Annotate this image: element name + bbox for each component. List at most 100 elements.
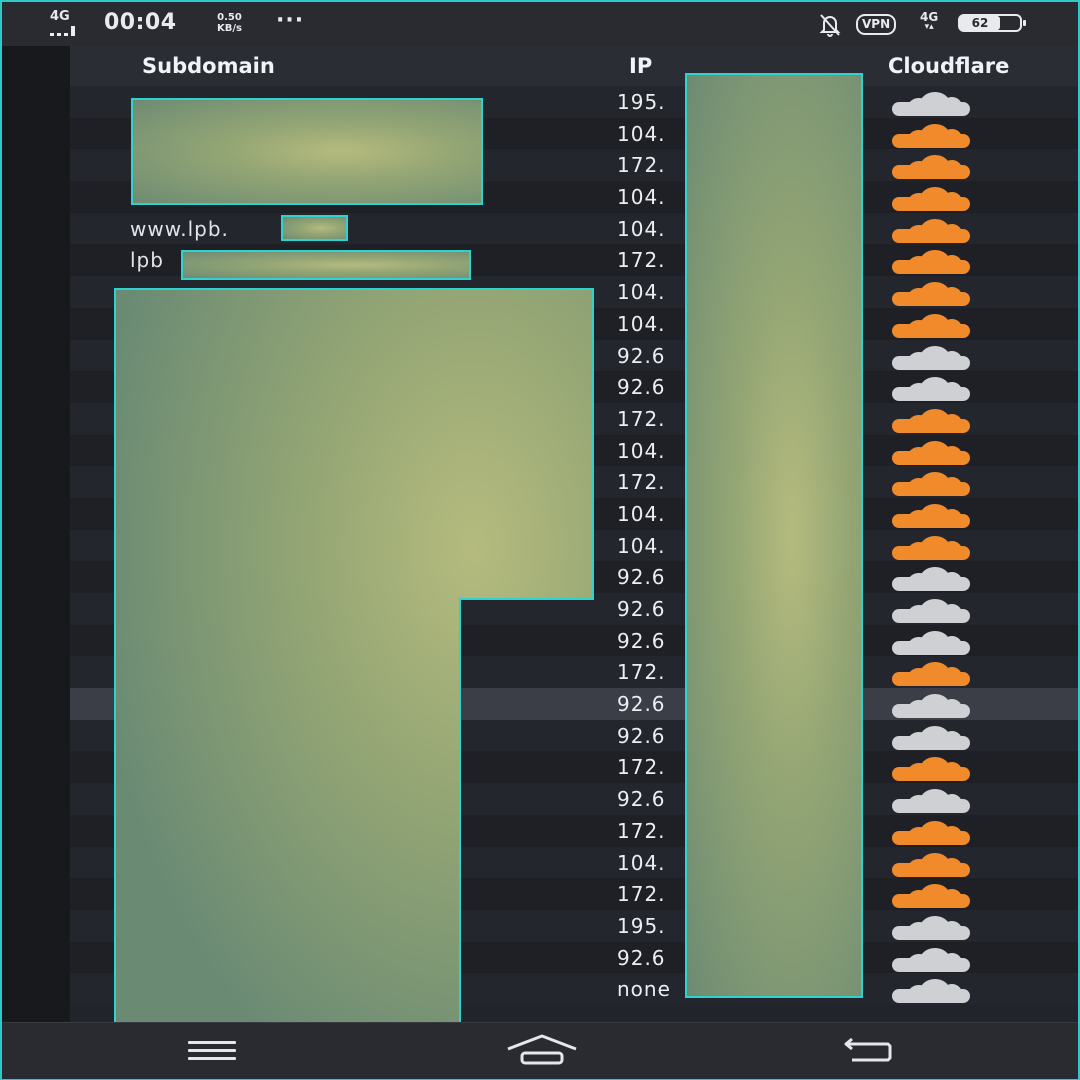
mobile-data-indicator: 4G ▾▴ [920, 10, 939, 32]
ip-cell: 172. [617, 818, 666, 843]
ip-cell: 92.6 [617, 375, 666, 400]
cloudflare-cell [874, 565, 980, 592]
cloudflare-proxied-icon [884, 218, 978, 243]
cloudflare-cell [874, 692, 980, 719]
cloudflare-unproxied-icon [888, 599, 974, 623]
cloudflare-cell [874, 851, 980, 877]
cloudflare-cell [874, 597, 980, 623]
ip-cell: 92.6 [617, 723, 666, 748]
ip-cell: 104. [617, 185, 666, 210]
status-bar: 4G 00:04 0.50 KB/s ··· VPN 4G ▾▴ 62 [2, 2, 1078, 46]
redaction-block [281, 215, 348, 241]
ip-cell: 104. [617, 311, 666, 336]
cloudflare-cell [874, 248, 980, 275]
cloudflare-proxied-icon [884, 472, 978, 497]
clock: 00:04 [104, 10, 177, 35]
cloudflare-proxied-icon [884, 408, 978, 433]
subdomain-cell: lpb [130, 248, 164, 273]
ip-cell: 172. [617, 882, 666, 907]
cloudflare-cell [874, 629, 980, 655]
cloudflare-unproxied-icon [888, 979, 974, 1004]
cloudflare-cell [874, 502, 980, 528]
cloudflare-cell [874, 344, 980, 370]
cloudflare-unproxied-icon [888, 789, 974, 814]
ip-cell: 104. [617, 280, 666, 305]
column-header-subdomain[interactable]: Subdomain [142, 54, 275, 78]
ip-cell: 104. [617, 850, 666, 875]
ip-cell: 92.6 [617, 787, 666, 812]
table-row[interactable]: www.lpb. 104. [70, 212, 1078, 245]
ip-cell: 172. [617, 248, 666, 273]
cloudflare-proxied-icon [884, 884, 978, 909]
cloudflare-proxied-icon [884, 250, 978, 275]
cloudflare-proxied-icon [884, 313, 978, 338]
ip-cell: 172. [617, 406, 666, 431]
cloudflare-proxied-icon [884, 155, 978, 180]
vpn-badge: VPN [856, 14, 897, 35]
ip-cell: 195. [617, 913, 666, 938]
network-speed: 0.50 KB/s [217, 12, 242, 34]
ip-cell: 104. [617, 501, 666, 526]
ip-cell: 92.6 [617, 565, 666, 590]
back-icon[interactable] [842, 1037, 894, 1065]
cloudflare-cell [874, 470, 980, 497]
subdomain-cell: www.lpb. [130, 216, 229, 241]
cloudflare-cell [874, 185, 980, 212]
cloudflare-unproxied-icon [888, 915, 974, 940]
cloudflare-proxied-icon [884, 503, 978, 528]
home-icon[interactable] [506, 1033, 578, 1067]
cloudflare-cell [874, 660, 980, 687]
column-header-ip[interactable]: IP [629, 54, 652, 78]
cloudflare-cell [874, 755, 980, 782]
cloudflare-unproxied-icon [888, 92, 974, 116]
redaction-block [131, 98, 483, 205]
cloudflare-unproxied-icon [888, 567, 974, 592]
cloudflare-cell [874, 439, 980, 465]
cloudflare-unproxied-icon [888, 947, 974, 972]
cloudflare-cell [874, 312, 980, 338]
cloudflare-cell [874, 217, 980, 243]
cloudflare-proxied-icon [884, 662, 978, 687]
speed-value: 0.50 [217, 12, 242, 23]
cloudflare-cell [874, 407, 980, 433]
cloudflare-cell [874, 724, 980, 750]
cloudflare-cell [874, 946, 980, 972]
cloudflare-unproxied-icon [888, 345, 974, 370]
ip-cell: 92.6 [617, 692, 666, 717]
ip-cell: 92.6 [617, 343, 666, 368]
battery-icon: 62 [958, 14, 1026, 32]
ip-cell: 104. [617, 533, 666, 558]
ip-cell: 172. [617, 660, 666, 685]
cloudflare-unproxied-icon [888, 725, 974, 750]
menu-icon[interactable] [188, 1041, 236, 1061]
redaction-block [114, 288, 594, 1025]
cloudflare-cell [874, 90, 980, 116]
ip-cell: 92.6 [617, 597, 666, 621]
left-gutter [2, 46, 70, 1022]
column-header-cloudflare[interactable]: Cloudflare [888, 54, 1009, 78]
cloudflare-cell [874, 914, 980, 940]
ip-cell: 92.6 [617, 945, 666, 970]
cloudflare-proxied-icon [884, 820, 978, 845]
redaction-block [685, 73, 863, 998]
redaction-block [181, 250, 471, 280]
cloudflare-cell [874, 375, 980, 402]
cloudflare-proxied-icon [884, 757, 978, 782]
cloudflare-cell [874, 977, 980, 1004]
cloudflare-unproxied-icon [888, 630, 974, 655]
cloudflare-proxied-icon [884, 282, 978, 307]
cloudflare-proxied-icon [884, 535, 978, 560]
battery-level: 62 [960, 16, 1000, 30]
cloudflare-proxied-icon [884, 187, 978, 212]
cloudflare-unproxied-icon [888, 377, 974, 402]
ip-cell: 172. [617, 470, 666, 495]
ip-cell: none [617, 977, 671, 1002]
ip-cell: 172. [617, 153, 666, 178]
signal-icon: 4G [48, 9, 88, 36]
cloudflare-cell [874, 787, 980, 814]
ip-cell: 195. [617, 90, 666, 114]
cloudflare-cell [874, 280, 980, 307]
ip-cell: 92.6 [617, 628, 666, 653]
more-notifications: ··· [276, 8, 305, 33]
cloudflare-cell [874, 122, 980, 148]
